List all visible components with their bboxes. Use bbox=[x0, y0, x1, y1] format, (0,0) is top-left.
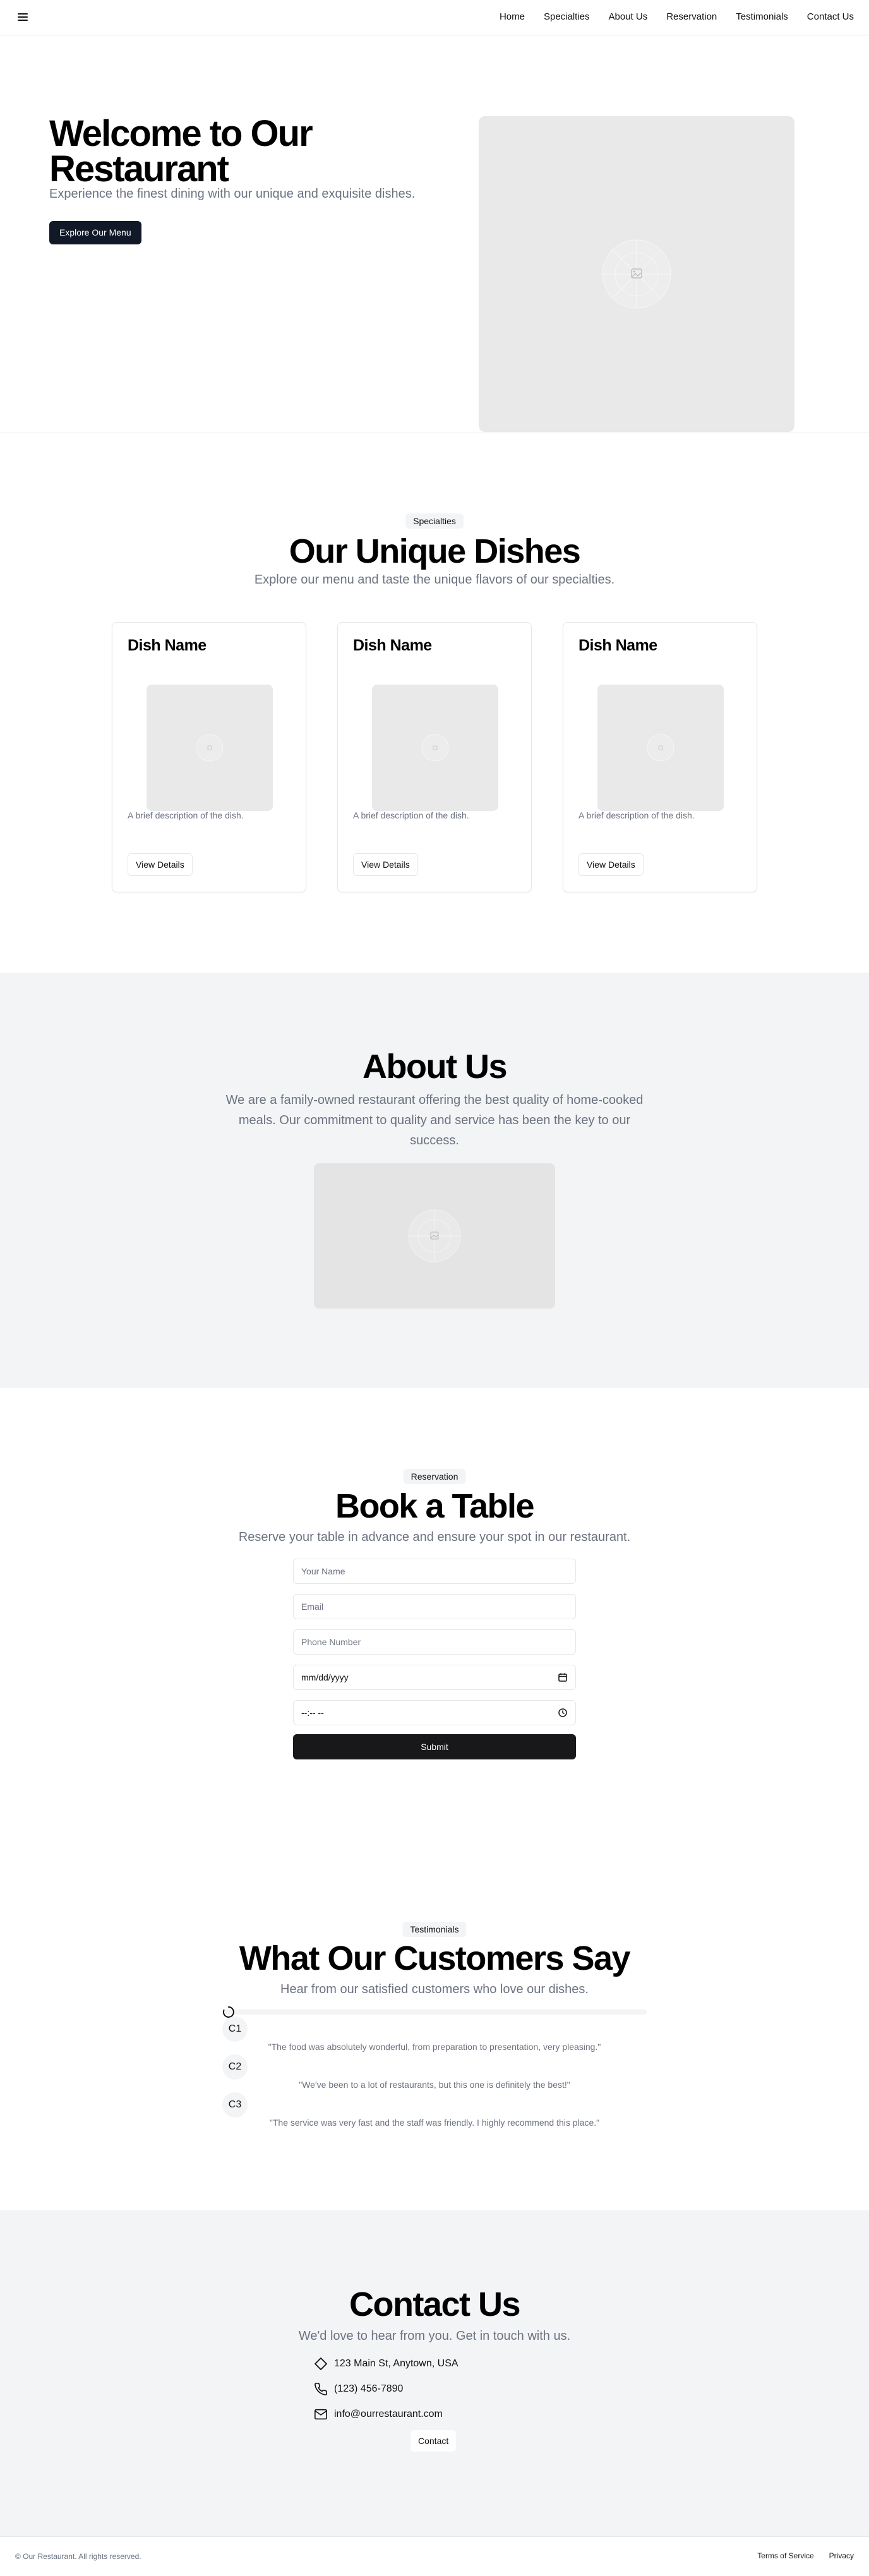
dish-card-description: A brief description of the dish. bbox=[353, 810, 469, 820]
site-header: Home Specialties About Us Reservation Te… bbox=[0, 0, 869, 35]
main-nav: Home Specialties About Us Reservation Te… bbox=[500, 11, 854, 22]
phone-text: (123) 456-7890 bbox=[334, 2383, 404, 2394]
phone-input[interactable]: Phone Number bbox=[293, 1629, 576, 1655]
image-placeholder-icon bbox=[602, 239, 671, 309]
submit-button[interactable]: Submit bbox=[293, 1734, 576, 1759]
name-input[interactable]: Your Name bbox=[293, 1559, 576, 1584]
dish-card: Dish Name A brief description of the dis… bbox=[563, 622, 757, 892]
contact-title: Contact Us bbox=[349, 2285, 521, 2323]
calendar-icon[interactable] bbox=[558, 1672, 568, 1682]
testimonial-quote: "The food was absolutely wonderful, from… bbox=[268, 2042, 601, 2052]
hero-title: Welcome to Our Restaurant bbox=[49, 113, 313, 189]
specialties-badge: Specialties bbox=[405, 513, 464, 529]
testimonial-quote: "The service was very fast and the staff… bbox=[269, 2118, 600, 2128]
dish-image bbox=[147, 685, 273, 811]
email-text: info@ourrestaurant.com bbox=[334, 2409, 443, 2419]
map-pin-icon bbox=[315, 2357, 327, 2370]
testimonial-quote: "We've been to a lot of restaurants, but… bbox=[299, 2080, 570, 2090]
dish-card-description: A brief description of the dish. bbox=[128, 810, 244, 820]
hero-section: Welcome to Our Restaurant Experience the… bbox=[0, 35, 869, 433]
nav-about-us[interactable]: About Us bbox=[609, 11, 648, 22]
terms-link[interactable]: Terms of Service bbox=[757, 2551, 813, 2560]
hamburger-menu-icon[interactable] bbox=[16, 11, 29, 23]
view-details-button[interactable]: View Details bbox=[578, 853, 644, 876]
specialties-subtitle: Explore our menu and taste the unique fl… bbox=[254, 573, 615, 587]
dish-card: Dish Name A brief description of the dis… bbox=[337, 622, 532, 892]
address-text: 123 Main St, Anytown, USA bbox=[334, 2358, 458, 2369]
testimonials-title: What Our Customers Say bbox=[239, 1939, 631, 1977]
image-placeholder-icon bbox=[196, 734, 224, 762]
dish-card-title: Dish Name bbox=[128, 637, 207, 654]
testimonials-badge: Testimonials bbox=[402, 1922, 467, 1937]
phone-icon bbox=[315, 2383, 327, 2395]
contact-subtitle: We'd love to hear from you. Get in touch… bbox=[298, 2329, 571, 2343]
contact-address: 123 Main St, Anytown, USA bbox=[314, 2357, 458, 2371]
email-input[interactable]: Email bbox=[293, 1594, 576, 1619]
footer-links: Terms of Service Privacy bbox=[757, 2551, 854, 2560]
time-value: --:-- -- bbox=[301, 1708, 324, 1718]
carousel-track bbox=[222, 2010, 647, 2015]
about-section: About Us We are a family-owned restauran… bbox=[0, 973, 869, 1388]
reservation-subtitle: Reserve your table in advance and ensure… bbox=[238, 1530, 631, 1544]
contact-phone: (123) 456-7890 bbox=[314, 2382, 403, 2396]
dish-card: Dish Name A brief description of the dis… bbox=[112, 622, 306, 892]
time-input[interactable]: --:-- -- bbox=[293, 1700, 576, 1725]
privacy-link[interactable]: Privacy bbox=[829, 2551, 854, 2560]
avatar: C2 bbox=[222, 2054, 248, 2080]
reservation-badge: Reservation bbox=[403, 1469, 466, 1484]
dish-card-description: A brief description of the dish. bbox=[578, 810, 695, 820]
contact-button[interactable]: Contact bbox=[411, 2430, 457, 2452]
specialties-title: Our Unique Dishes bbox=[289, 532, 581, 570]
nav-reservation[interactable]: Reservation bbox=[666, 11, 717, 22]
date-value: mm/dd/yyyy bbox=[301, 1672, 349, 1682]
view-details-button[interactable]: View Details bbox=[128, 853, 193, 876]
image-placeholder-icon bbox=[408, 1209, 461, 1262]
dish-card-title: Dish Name bbox=[578, 637, 657, 654]
about-title: About Us bbox=[363, 1048, 507, 1086]
hero-image bbox=[479, 116, 794, 432]
date-input[interactable]: mm/dd/yyyy bbox=[293, 1665, 576, 1690]
avatar: C1 bbox=[222, 2016, 248, 2042]
about-image bbox=[314, 1163, 555, 1309]
about-text: We are a family-owned restaurant offerin… bbox=[225, 1093, 644, 1147]
view-details-button[interactable]: View Details bbox=[353, 853, 418, 876]
dish-image bbox=[372, 685, 498, 811]
clock-icon[interactable] bbox=[558, 1708, 568, 1718]
image-placeholder-icon bbox=[647, 734, 674, 762]
dish-image bbox=[597, 685, 724, 811]
contact-section: Contact Us We'd love to hear from you. G… bbox=[0, 2210, 869, 2536]
nav-specialties[interactable]: Specialties bbox=[544, 11, 590, 22]
hero-subtitle: Experience the finest dining with our un… bbox=[49, 187, 416, 201]
testimonials-subtitle: Hear from our satisfied customers who lo… bbox=[280, 1982, 589, 1996]
dish-card-title: Dish Name bbox=[353, 637, 432, 654]
mail-icon bbox=[315, 2409, 327, 2420]
explore-menu-button[interactable]: Explore Our Menu bbox=[49, 221, 141, 244]
reservation-title: Book a Table bbox=[335, 1487, 535, 1525]
site-footer: © Our Restaurant. All rights reserved. T… bbox=[0, 2536, 869, 2576]
avatar: C3 bbox=[222, 2092, 248, 2118]
nav-testimonials[interactable]: Testimonials bbox=[736, 11, 788, 22]
nav-home[interactable]: Home bbox=[500, 11, 525, 22]
contact-email: info@ourrestaurant.com bbox=[314, 2407, 443, 2421]
image-placeholder-icon bbox=[421, 734, 449, 762]
nav-contact-us[interactable]: Contact Us bbox=[807, 11, 854, 22]
copyright-text: © Our Restaurant. All rights reserved. bbox=[15, 2552, 141, 2561]
